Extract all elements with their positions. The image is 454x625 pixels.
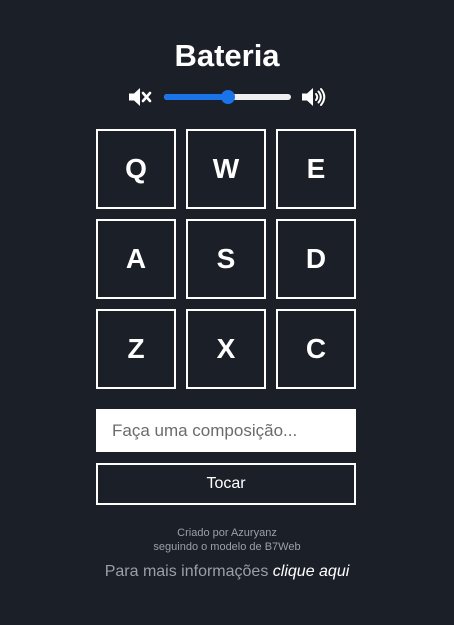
volume-control [127, 85, 327, 109]
volume-slider[interactable] [164, 90, 291, 104]
credit-model: seguindo o modelo de B7Web [153, 541, 301, 553]
volume-mute-icon[interactable] [127, 85, 153, 109]
volume-slider-thumb[interactable] [220, 90, 235, 104]
composition-input[interactable] [96, 409, 356, 452]
drum-key-a[interactable]: A [96, 219, 176, 299]
drum-key-s[interactable]: S [186, 219, 266, 299]
more-info-link[interactable]: clique aqui [273, 563, 350, 580]
drum-key-x[interactable]: X [186, 309, 266, 389]
drum-pad-grid: Q W E A S D Z X C [96, 129, 356, 389]
play-button[interactable]: Tocar [96, 463, 356, 505]
drum-key-e[interactable]: E [276, 129, 356, 209]
volume-slider-fill [164, 94, 228, 100]
drum-app: Bateria Q W E A S D Z X C Tocar Criado p [0, 0, 454, 625]
drum-key-c[interactable]: C [276, 309, 356, 389]
drum-key-d[interactable]: D [276, 219, 356, 299]
volume-up-icon[interactable] [300, 85, 326, 109]
page-title: Bateria [174, 38, 280, 73]
credits: Criado por Azuryanz seguindo o modelo de… [0, 526, 454, 554]
drum-key-q[interactable]: Q [96, 129, 176, 209]
drum-key-w[interactable]: W [186, 129, 266, 209]
more-info: Para mais informações clique aqui [0, 562, 454, 582]
drum-key-z[interactable]: Z [96, 309, 176, 389]
more-info-text: Para mais informações [104, 563, 269, 580]
credit-author: Criado por Azuryanz [177, 527, 277, 539]
